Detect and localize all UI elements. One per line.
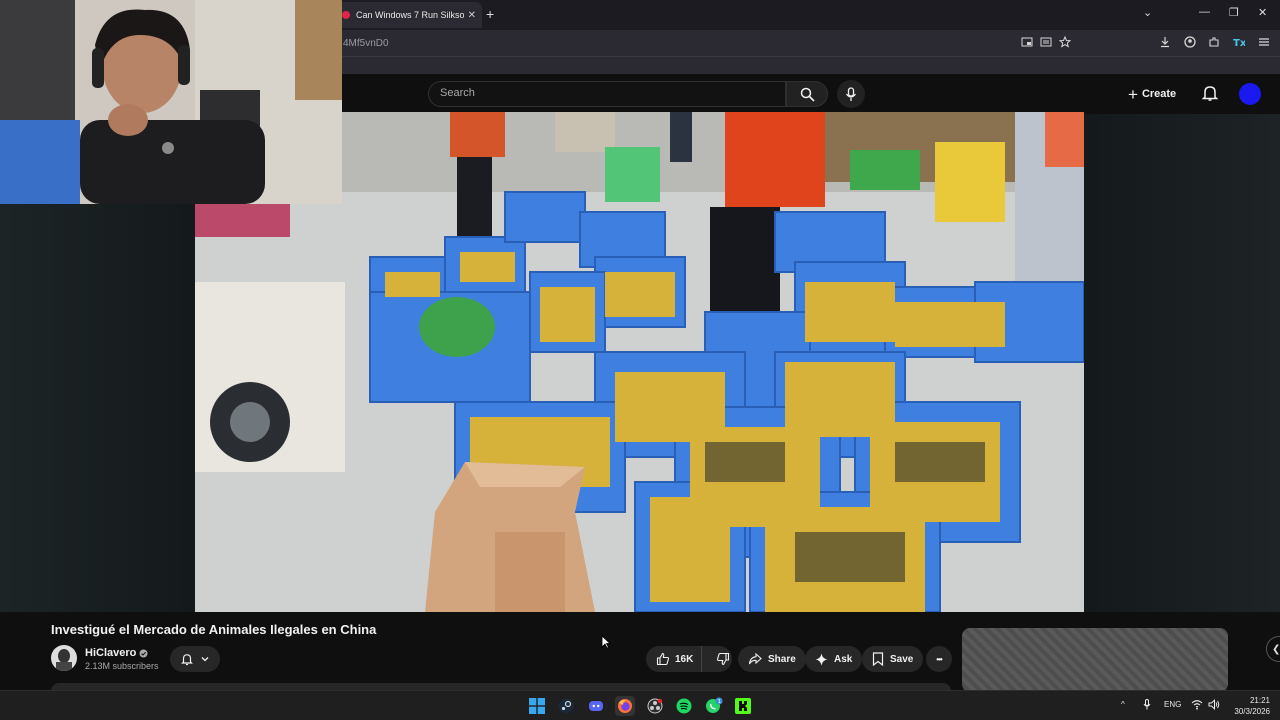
windows-taskbar: 1 ^ ENG 21:21 30/3/2026 — [0, 690, 1280, 720]
bell-icon — [181, 654, 193, 666]
spotify-icon[interactable] — [674, 696, 694, 716]
system-clock[interactable]: 21:21 30/3/2026 — [1226, 695, 1270, 717]
firefox-icon[interactable] — [615, 696, 635, 716]
obs-icon[interactable] — [645, 696, 665, 716]
extensions-icon[interactable] — [1208, 36, 1220, 48]
tab-close-icon[interactable]: ✕ — [468, 10, 476, 21]
save-button[interactable]: Save — [862, 646, 924, 672]
search-button[interactable] — [786, 81, 828, 107]
sparkle-icon — [815, 653, 828, 665]
picture-in-picture-icon[interactable] — [1021, 36, 1033, 48]
mouse-cursor-icon — [601, 635, 611, 649]
webcam-overlay — [0, 0, 342, 204]
downloads-icon[interactable] — [1159, 36, 1171, 48]
ask-button[interactable]: Ask — [805, 646, 863, 672]
minimize-icon[interactable]: — — [1199, 6, 1210, 18]
svg-text:Tx: Tx — [1233, 38, 1245, 48]
discord-icon[interactable] — [586, 696, 606, 716]
clock-time: 21:21 — [1249, 696, 1270, 705]
whatsapp-icon[interactable]: 1 — [704, 696, 724, 716]
channel-name: HiClavero — [85, 647, 137, 659]
recommended-video-card[interactable] — [962, 628, 1228, 692]
kick-icon[interactable] — [733, 696, 753, 716]
restore-icon[interactable]: ❐ — [1229, 6, 1239, 19]
channel-avatar[interactable] — [51, 645, 77, 671]
subscription-notifications-button[interactable] — [170, 646, 220, 672]
ask-label: Ask — [834, 653, 853, 665]
share-button[interactable]: Share — [738, 646, 806, 672]
create-button[interactable]: + Create — [1128, 82, 1192, 106]
user-avatar[interactable] — [1239, 83, 1261, 105]
tab-title: Can Windows 7 Run Silksong? — [356, 10, 464, 20]
create-label: Create — [1141, 88, 1177, 100]
menu-hamburger-icon[interactable] — [1258, 36, 1270, 48]
tab-list-dropdown-icon[interactable]: ⌄ — [1143, 6, 1152, 19]
bookmark-star-icon[interactable] — [1059, 36, 1071, 48]
thumbs-down-icon — [717, 652, 730, 666]
like-count: 16K — [675, 653, 694, 665]
whatsapp-badge: 1 — [718, 699, 722, 705]
scroll-left-chevron-icon[interactable]: ❮ — [1266, 636, 1280, 662]
notifications-bell-icon[interactable] — [1200, 83, 1220, 103]
wifi-icon[interactable] — [1191, 699, 1203, 710]
video-title: Investigué el Mercado de Animales Ilegal… — [51, 622, 377, 637]
search-icon — [800, 87, 815, 102]
share-arrow-icon — [748, 652, 762, 665]
youtube-favicon-icon — [342, 11, 350, 19]
clock-date: 30/3/2026 — [1234, 707, 1270, 716]
bookmark-icon — [872, 652, 884, 666]
like-dislike-group: 16K — [646, 646, 732, 672]
windows-start-icon[interactable] — [527, 696, 547, 716]
plus-icon: + — [1128, 84, 1138, 104]
translate-extension-icon[interactable]: Tx — [1233, 36, 1245, 48]
more-dots-icon: ••• — [936, 654, 942, 664]
thumbs-up-icon — [656, 652, 670, 666]
account-icon[interactable] — [1184, 36, 1196, 48]
chevron-down-icon — [201, 657, 209, 662]
microphone-icon — [845, 86, 857, 101]
channel-avatar-image — [51, 645, 77, 671]
language-indicator[interactable]: ENG — [1164, 700, 1181, 709]
search-input[interactable]: Search — [428, 81, 786, 107]
voice-search-button[interactable] — [837, 80, 865, 108]
new-tab-button[interactable]: + — [486, 6, 494, 22]
channel-name-row[interactable]: HiClavero — [85, 647, 148, 659]
tray-microphone-icon[interactable] — [1143, 699, 1151, 710]
close-window-icon[interactable]: ✕ — [1258, 6, 1267, 19]
webcam-streamer-image — [0, 0, 342, 204]
share-label: Share — [768, 653, 796, 665]
browser-tab[interactable]: Can Windows 7 Run Silksong? ✕ — [336, 2, 482, 28]
subscriber-count: 2.13M subscribers — [85, 661, 159, 671]
like-button[interactable]: 16K — [646, 646, 703, 672]
save-label: Save — [890, 653, 914, 665]
more-actions-button[interactable]: ••• — [926, 646, 952, 672]
dislike-button[interactable] — [708, 646, 738, 672]
steam-icon[interactable] — [556, 696, 576, 716]
reader-view-icon[interactable] — [1040, 36, 1052, 48]
tray-overflow-chevron-icon[interactable]: ^ — [1121, 700, 1125, 709]
verified-badge-icon — [139, 649, 148, 657]
volume-icon[interactable] — [1208, 699, 1220, 710]
address-bar-url[interactable]: 4Mf5vnD0 — [343, 38, 389, 49]
